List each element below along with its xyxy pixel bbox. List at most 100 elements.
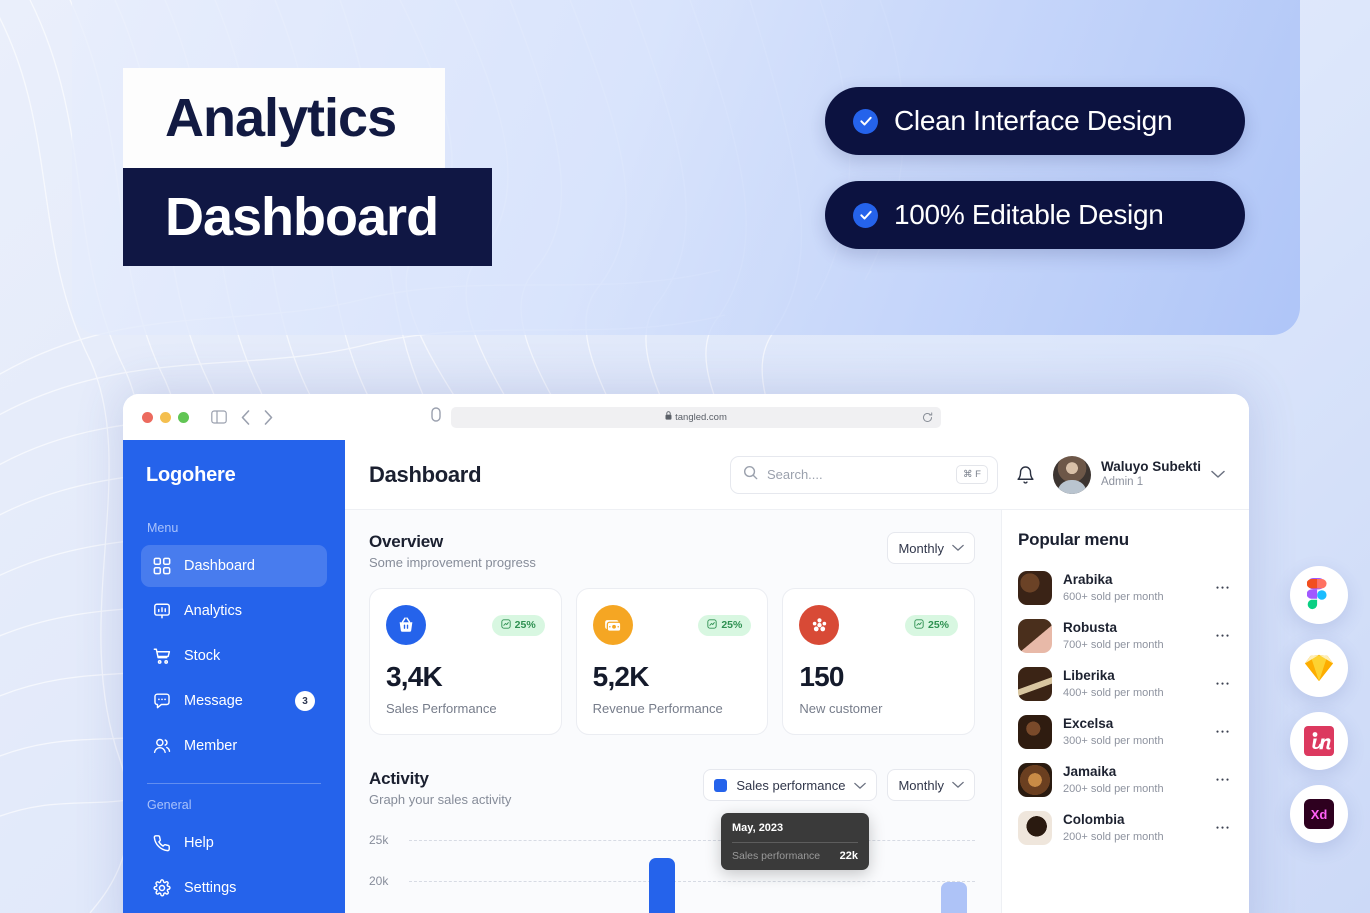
search-icon <box>743 465 758 485</box>
activity-section: Activity Graph your sales activity Sales… <box>369 769 975 913</box>
popular-menu-list: Arabika 600+ sold per month ●●● Robusta 700+… <box>1018 564 1231 852</box>
overview-title: Overview <box>369 532 444 551</box>
stat-card-sales-performance: 25% 3,4K Sales Performance <box>369 588 562 735</box>
reader-view-icon[interactable] <box>431 407 441 427</box>
sidebar-logo[interactable]: Logohere <box>141 464 327 487</box>
figma-icon[interactable] <box>1290 566 1348 624</box>
reload-icon[interactable] <box>922 411 933 423</box>
overview-period-select[interactable]: Monthly <box>887 532 975 564</box>
hero-title-analytics: Analytics <box>123 68 445 168</box>
tooltip-title: May, 2023 <box>732 822 784 834</box>
menu-item-sales: 200+ sold per month <box>1063 830 1164 843</box>
activity-series-select[interactable]: Sales performance <box>703 769 878 801</box>
address-bar[interactable]: tangled.com <box>451 406 941 428</box>
overview-cards: 25% 3,4K Sales Performance 25% 5,2K Reve… <box>369 588 976 735</box>
close-window-button[interactable] <box>142 411 153 423</box>
chart-board-icon <box>153 602 171 620</box>
svg-text:Xd: Xd <box>1311 807 1328 822</box>
more-horizontal-icon[interactable]: ●●● <box>1216 729 1231 735</box>
list-item[interactable]: Robusta 700+ sold per month ●●● <box>1018 612 1231 660</box>
list-item[interactable]: Colombia 200+ sold per month ●●● <box>1018 804 1231 852</box>
invision-icon[interactable] <box>1290 712 1348 770</box>
more-horizontal-icon[interactable]: ●●● <box>1216 825 1231 831</box>
window-traffic-lights[interactable] <box>142 411 189 423</box>
browser-window: tangled.com Logohere Menu Dashboard Anal… <box>123 394 1249 913</box>
list-item[interactable]: Liberika 400+ sold per month ●●● <box>1018 660 1231 708</box>
sidebar-item-message[interactable]: Message 3 <box>141 680 327 722</box>
menu-item-thumbnail <box>1018 763 1052 797</box>
page-root: Analytics Dashboard Clean Interface Desi… <box>0 0 1370 913</box>
sidebar-item-settings[interactable]: Settings <box>141 867 327 909</box>
menu-item-thumbnail <box>1018 667 1052 701</box>
chat-bubble-icon <box>153 692 171 710</box>
sidebar-item-dashboard[interactable]: Dashboard <box>141 545 327 587</box>
check-circle-icon <box>853 108 878 134</box>
maximize-window-button[interactable] <box>178 411 189 423</box>
stat-badge-value: 25% <box>928 619 950 631</box>
users-icon <box>153 737 171 755</box>
menu-item-name: Excelsa <box>1063 716 1114 732</box>
check-circle-icon <box>853 202 878 228</box>
activity-header: Activity Graph your sales activity Sales… <box>369 769 975 807</box>
menu-item-name: Robusta <box>1063 620 1117 636</box>
feature-pill-clean-interface: Clean Interface Design <box>825 87 1245 155</box>
overview-subtitle: Some improvement progress <box>369 555 536 570</box>
sidebar-item-label: Dashboard <box>184 558 255 574</box>
more-horizontal-icon[interactable]: ●●● <box>1216 633 1231 639</box>
menu-item-sales: 200+ sold per month <box>1063 782 1164 795</box>
sidebar-item-label: Help <box>184 835 214 851</box>
chart-tooltip: May, 2023 Sales performance 22k <box>721 813 869 870</box>
sidebar-toggle-icon[interactable] <box>211 410 227 424</box>
chevron-down-icon <box>854 778 867 793</box>
bar[interactable] <box>648 857 675 913</box>
sidebar-item-member[interactable]: Member <box>141 725 327 767</box>
left-column: Overview Some improvement progress Month… <box>345 510 1001 913</box>
adobe-xd-icon[interactable]: Xd <box>1290 785 1348 843</box>
main-content: Dashboard Search.... ⌘ F Waluyo Subekti … <box>345 440 1249 913</box>
chevron-down-icon[interactable] <box>1211 470 1225 479</box>
chevron-down-icon <box>952 544 964 552</box>
search-placeholder: Search.... <box>766 467 823 482</box>
chevron-down-icon <box>952 781 964 789</box>
trend-up-icon <box>501 618 511 632</box>
sidebar-divider <box>147 783 321 784</box>
more-horizontal-icon[interactable]: ●●● <box>1216 585 1231 591</box>
people-icon <box>799 605 840 645</box>
feature-pill-label: 100% Editable Design <box>894 199 1164 230</box>
list-item[interactable]: Excelsa 300+ sold per month ●●● <box>1018 708 1231 756</box>
stat-value: 3,4K <box>386 661 443 692</box>
search-input[interactable]: Search.... ⌘ F <box>729 455 998 494</box>
overview-period-value: Monthly <box>898 540 944 556</box>
legend-swatch <box>714 778 728 792</box>
sidebar-item-stock[interactable]: Stock <box>141 635 327 677</box>
list-item[interactable]: Arabika 600+ sold per month ●●● <box>1018 564 1231 612</box>
sidebar: Logohere Menu Dashboard Analytics Stock … <box>123 440 345 913</box>
more-horizontal-icon[interactable]: ●●● <box>1216 777 1231 783</box>
forward-chevron-right-icon[interactable] <box>264 409 273 425</box>
overview-header: Overview Some improvement progress Month… <box>369 532 975 570</box>
more-horizontal-icon[interactable]: ●●● <box>1216 681 1231 687</box>
feature-pill-label: Clean Interface Design <box>894 105 1173 136</box>
content-split: Overview Some improvement progress Month… <box>345 510 1249 913</box>
grid-icon <box>153 557 171 575</box>
bell-icon[interactable] <box>1016 465 1035 484</box>
menu-item-name: Colombia <box>1063 812 1125 828</box>
menu-item-thumbnail <box>1018 811 1052 845</box>
bar[interactable] <box>940 882 967 913</box>
sketch-icon[interactable] <box>1290 639 1348 697</box>
list-item[interactable]: Jamaika 200+ sold per month ●●● <box>1018 756 1231 804</box>
stat-badge-value: 25% <box>721 619 743 631</box>
menu-item-sales: 400+ sold per month <box>1063 686 1164 699</box>
sidebar-item-analytics[interactable]: Analytics <box>141 590 327 632</box>
activity-period-select[interactable]: Monthly <box>887 769 975 801</box>
feature-pill-editable-design: 100% Editable Design <box>825 181 1245 249</box>
app-shell: Logohere Menu Dashboard Analytics Stock … <box>123 440 1249 913</box>
sidebar-item-help[interactable]: Help <box>141 822 327 864</box>
back-chevron-left-icon[interactable] <box>241 409 250 425</box>
profile-menu[interactable]: Waluyo Subekti Admin 1 <box>1052 455 1225 494</box>
trend-up-icon <box>707 618 717 632</box>
minimize-window-button[interactable] <box>160 411 171 423</box>
activity-title: Activity <box>369 769 429 788</box>
cash-icon <box>592 605 633 645</box>
activity-subtitle: Graph your sales activity <box>369 792 512 807</box>
